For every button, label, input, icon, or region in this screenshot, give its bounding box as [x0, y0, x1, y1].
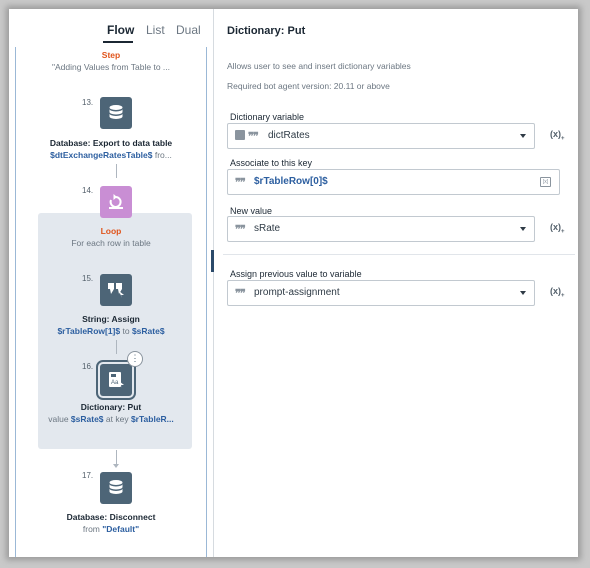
node-15-caption: String: Assign $rTableRow[1]$ to $sRate$	[13, 313, 209, 337]
node-variable: $rTableRow[1]$	[57, 326, 121, 336]
flow-panel: Flow List Dual Step "Adding Values from …	[9, 9, 217, 557]
quote-icon	[108, 283, 124, 298]
line-number: 14.	[82, 186, 94, 195]
node-variable: $sRate$	[131, 326, 165, 336]
line-number: 15.	[82, 274, 94, 283]
connector-line	[116, 450, 117, 465]
node-detail: For each row in table	[71, 238, 151, 248]
panel-resize-handle[interactable]	[211, 250, 214, 272]
app-window: Flow List Dual Step "Adding Values from …	[9, 9, 578, 557]
chevron-down-icon	[520, 291, 526, 295]
node-17-caption: Database: Disconnect from "Default"	[13, 511, 209, 535]
tab-list[interactable]: List	[146, 23, 165, 37]
node-detail: at key	[103, 414, 131, 424]
node-variable: $dtExchangeRatesTable$	[50, 150, 153, 160]
loop-icon	[109, 194, 123, 209]
line-number: 16.	[82, 362, 94, 371]
associate-key-input[interactable]: ❞❞ $rTableRow[0]$ [x]	[227, 169, 560, 195]
step-header[interactable]: Step "Adding Values from Table to ...	[13, 49, 209, 73]
chevron-down-icon	[520, 134, 526, 138]
connector-arrow-icon	[113, 464, 119, 468]
node-variable: "Default"	[102, 524, 140, 534]
dictionary-type-icon	[235, 130, 245, 140]
new-value-value: sRate	[254, 223, 281, 234]
view-tabs: Flow List Dual	[9, 9, 217, 47]
action-title: Dictionary: Put	[227, 25, 306, 37]
database-disconnect-node[interactable]	[100, 472, 132, 504]
node-detail: fro...	[152, 150, 172, 160]
insert-variable-icon[interactable]: (x)+	[550, 286, 565, 299]
insert-variable-label: (x)	[550, 129, 561, 139]
insert-variable-icon[interactable]: (x)+	[550, 222, 565, 235]
connector-line	[116, 164, 117, 178]
database-icon	[109, 105, 123, 119]
node-detail: to	[120, 326, 132, 336]
node-title: Dictionary: Put	[80, 402, 142, 412]
assign-previous-label: Assign previous value to variable	[230, 269, 362, 279]
section-divider	[223, 254, 575, 255]
node-title: String: Assign	[82, 314, 140, 324]
dictionary-variable-label: Dictionary variable	[230, 112, 305, 122]
string-type-icon: ❞❞	[248, 131, 259, 143]
database-icon	[109, 480, 123, 494]
step-title: "Adding Values from Table to ...	[52, 62, 170, 72]
required-version: Required bot agent version: 20.11 or abo…	[227, 81, 390, 91]
new-value-select[interactable]: ❞❞ sRate	[227, 216, 535, 242]
new-value-label: New value	[230, 206, 273, 216]
node-variable: $rTableR...	[130, 414, 174, 424]
properties-panel: Dictionary: Put Allows user to see and i…	[223, 9, 575, 557]
node-14-caption: Loop For each row in table	[13, 225, 209, 249]
action-description: Allows user to see and insert dictionary…	[227, 61, 411, 71]
string-type-icon: ❞❞	[235, 177, 246, 189]
loop-node[interactable]	[100, 186, 132, 218]
node-16-caption: Dictionary: Put value $sRate$ at key $rT…	[13, 401, 209, 425]
node-title: Database: Export to data table	[49, 138, 173, 148]
dictionary-variable-value: dictRates	[268, 130, 310, 141]
variable-picker-icon[interactable]: [x]	[540, 177, 551, 187]
node-more-options-button[interactable]: ⋮	[127, 351, 143, 367]
line-number: 13.	[82, 98, 94, 107]
chevron-down-icon	[520, 227, 526, 231]
node-detail: value	[48, 414, 71, 424]
insert-variable-icon[interactable]: (x)+	[550, 129, 565, 142]
node-13-caption: Database: Export to data table $dtExchan…	[13, 137, 209, 161]
connector-line	[116, 340, 117, 354]
node-detail: from	[82, 524, 103, 534]
dictionary-put-node[interactable]: Aa	[96, 360, 136, 400]
tab-flow[interactable]: Flow	[107, 23, 134, 37]
active-tab-indicator	[103, 41, 133, 43]
tab-dual[interactable]: Dual	[176, 23, 201, 37]
insert-variable-label: (x)	[550, 222, 561, 232]
node-title: Database: Disconnect	[66, 512, 156, 522]
assign-previous-select[interactable]: ❞❞ prompt-assignment	[227, 280, 535, 306]
line-number: 17.	[82, 471, 94, 480]
svg-text:Aa: Aa	[111, 380, 119, 386]
database-export-node[interactable]	[100, 97, 132, 129]
node-variable: $sRate$	[70, 414, 104, 424]
string-type-icon: ❞❞	[235, 224, 246, 236]
step-kind: Step	[101, 50, 121, 60]
associate-key-value: $rTableRow[0]$	[254, 176, 328, 187]
node-title: Loop	[100, 226, 122, 236]
associate-key-label: Associate to this key	[230, 158, 313, 168]
insert-variable-label: (x)	[550, 286, 561, 296]
string-assign-node[interactable]	[100, 274, 132, 306]
dictionary-icon: Aa	[109, 372, 124, 388]
string-type-icon: ❞❞	[235, 288, 246, 300]
assign-previous-value: prompt-assignment	[254, 287, 340, 298]
dictionary-variable-select[interactable]: ❞❞ dictRates	[227, 123, 535, 149]
panel-divider[interactable]	[213, 9, 214, 557]
